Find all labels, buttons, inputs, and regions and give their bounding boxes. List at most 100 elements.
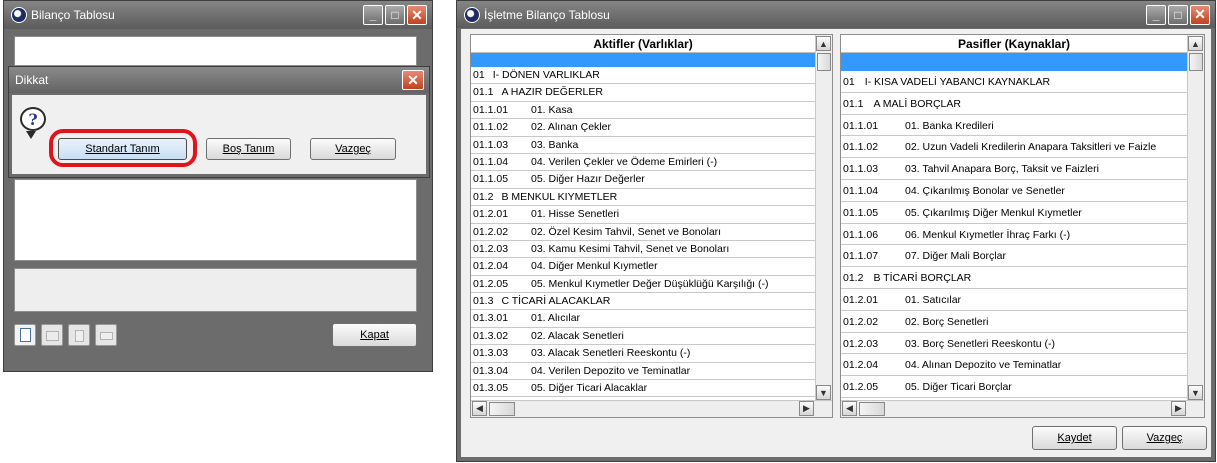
dialog-titlebar[interactable]: Dikkat ✕ [9, 67, 429, 93]
trash-icon[interactable] [68, 324, 90, 346]
row-code: 01.1.04 [473, 155, 509, 168]
row-code: 01.1 [843, 97, 864, 110]
row-code: 01.3.04 [473, 364, 509, 377]
scroll-right-icon[interactable]: ▶ [799, 401, 814, 416]
table-row[interactable]: 01.2.05 05. Menkul Kıymetler Değer Düşükl… [471, 276, 815, 294]
table-row[interactable]: 01.3.04 04. Verilen Depozito ve Teminatla… [471, 363, 815, 381]
table-row[interactable]: 01.1 A HAZIR DEĞERLER [471, 84, 815, 102]
row-code: 01.3.02 [473, 329, 509, 342]
row-name: 03. Banka [531, 138, 579, 151]
liabilities-horizontal-scrollbar[interactable]: ◀ ▶ [841, 400, 1204, 417]
empty-definition-button[interactable]: Boş Tanım [206, 138, 291, 160]
scroll-thumb[interactable] [859, 402, 885, 416]
table-row[interactable]: 01.2.05 05. Diğer Ticari Borçlar [841, 376, 1187, 398]
left-middle-panel [14, 179, 417, 261]
minimize-icon[interactable]: _ [363, 5, 383, 25]
table-row[interactable]: 01.1.02 02. Uzun Vadeli Kredilerin Anapar… [841, 136, 1187, 159]
row-code: 01.1.02 [473, 121, 509, 134]
scroll-left-icon[interactable]: ◀ [472, 401, 487, 416]
assets-rows: 01 I- DÖNEN VARLIKLAR 01.1 A HAZIR DEĞERLER… [471, 67, 815, 398]
question-icon: ? [20, 107, 46, 131]
close-icon[interactable]: ✕ [407, 5, 427, 25]
scroll-thumb[interactable] [817, 53, 831, 71]
table-row[interactable]: 01.2.04 04. Alınan Depozito ve Teminatlar [841, 354, 1187, 377]
table-row[interactable]: 01.1.05 05. Çıkarılmış Diğer Menkul Kıyme… [841, 202, 1187, 224]
table-row[interactable]: 01.1.01 01. Banka Kredileri [841, 115, 1187, 137]
close-icon[interactable]: ✕ [1190, 4, 1210, 25]
assets-vertical-scrollbar[interactable]: ▲ ▼ [815, 35, 832, 400]
liabilities-selected-row[interactable] [841, 53, 1187, 71]
new-document-icon[interactable] [14, 324, 36, 346]
row-name: 06. Menkul Kıymetler İhraç Farkı (-) [905, 228, 1071, 241]
table-row[interactable]: 01.1.06 06. Menkul Kıymetler İhraç Farkı … [841, 224, 1187, 246]
table-row[interactable]: 01 I- DÖNEN VARLIKLAR [471, 67, 815, 85]
table-row[interactable]: 01.3.03 03. Alacak Senetleri Reeskontu (-… [471, 345, 815, 363]
right-window-titlebar[interactable]: İşletme Bilanço Tablosu _ □ ✕ [457, 1, 1215, 28]
table-row[interactable]: 01.1.01 01. Kasa [471, 102, 815, 120]
save-button[interactable]: Kaydet [1032, 426, 1117, 450]
table-row[interactable]: 01.1.03 03. Banka [471, 137, 815, 154]
scroll-thumb[interactable] [489, 402, 515, 416]
table-row[interactable]: 01.2.01 01. Hisse Senetleri [471, 206, 815, 224]
assets-selected-row[interactable] [471, 53, 815, 67]
scroll-up-icon[interactable]: ▲ [816, 36, 831, 51]
row-name: 05. Diğer Hazır Değerler [531, 173, 645, 186]
row-name: 01. Banka Kredileri [905, 119, 994, 132]
left-window-titlebar[interactable]: Bilanço Tablosu _ □ ✕ [4, 1, 432, 29]
row-name: 04. Çıkarılmış Bonolar ve Senetler [905, 184, 1065, 197]
table-row[interactable]: 01.2 B TİCARİ BORÇLAR [841, 267, 1187, 289]
table-row[interactable]: 01.2.03 03. Kamu Kesimi Tahvil, Senet ve … [471, 241, 815, 259]
table-row[interactable]: 01.2.03 03. Borç Senetleri Reeskontu (-) [841, 333, 1187, 355]
table-row[interactable]: 01.3.05 05. Diğer Ticari Alacaklar [471, 380, 815, 398]
table-row[interactable]: 01.2.04 04. Diğer Menkul Kıymetler [471, 258, 815, 276]
table-row[interactable]: 01.1.05 05. Diğer Hazır Değerler [471, 171, 815, 189]
assets-horizontal-scrollbar[interactable]: ◀ ▶ [471, 400, 832, 417]
liabilities-vertical-scrollbar[interactable]: ▲ ▼ [1187, 35, 1204, 400]
row-code: 01.2.05 [473, 277, 509, 290]
row-code: 01.2.02 [473, 225, 509, 238]
scroll-right-icon[interactable]: ▶ [1171, 401, 1186, 416]
dialog-cancel-button[interactable]: Vazgeç [310, 138, 396, 160]
table-row[interactable]: 01.2.01 01. Satıcılar [841, 289, 1187, 311]
table-row[interactable]: 01.1.04 04. Çıkarılmış Bonolar ve Senetle… [841, 180, 1187, 202]
row-name: 04. Verilen Çekler ve Ödeme Emirleri (-) [531, 155, 718, 168]
table-row[interactable]: 01.2 B MENKUL KIYMETLER [471, 189, 815, 207]
row-name: 02. Alınan Çekler [531, 121, 611, 134]
scroll-left-icon[interactable]: ◀ [842, 401, 857, 416]
row-name: B TİCARİ BORÇLAR [873, 272, 972, 285]
liabilities-table[interactable]: Pasifler (Kaynaklar) 01 I- KISA VADELİ YA… [840, 34, 1205, 418]
table-row[interactable]: 01.2.02 02. Borç Senetleri [841, 311, 1187, 333]
row-name: 04. Diğer Menkul Kıymetler [531, 260, 658, 273]
table-row[interactable]: 01.3.01 01. Alıcılar [471, 310, 815, 328]
row-name: 02. Özel Kesim Tahvil, Senet ve Bonoları [531, 225, 722, 238]
scroll-down-icon[interactable]: ▼ [816, 385, 831, 400]
table-row[interactable]: 01.2.02 02. Özel Kesim Tahvil, Senet ve B… [471, 224, 815, 241]
maximize-icon[interactable]: □ [1168, 4, 1188, 25]
row-name: C TİCARİ ALACAKLAR [501, 295, 611, 308]
assets-table[interactable]: Aktifler (Varlıklar) 01 I- DÖNEN VARLIKLA… [470, 34, 833, 418]
scroll-thumb[interactable] [1189, 53, 1203, 71]
maximize-icon[interactable]: □ [385, 5, 405, 25]
scroll-up-icon[interactable]: ▲ [1188, 36, 1203, 51]
print-icon[interactable] [95, 324, 117, 346]
table-row[interactable]: 01.1.04 04. Verilen Çekler ve Ödeme Emirl… [471, 154, 815, 172]
table-row[interactable]: 01.1.07 07. Diğer Mali Borçlar [841, 245, 1187, 268]
scroll-down-icon[interactable]: ▼ [1188, 385, 1203, 400]
row-code: 01.1.04 [843, 184, 879, 197]
table-row[interactable]: 01.1.03 03. Tahvil Anapara Borç, Taksit v… [841, 158, 1187, 180]
table-row[interactable]: 01.3.02 02. Alacak Senetleri [471, 328, 815, 346]
cancel-button[interactable]: Vazgeç [1122, 426, 1207, 450]
minimize-icon[interactable]: _ [1146, 4, 1166, 25]
open-folder-icon[interactable] [41, 324, 63, 346]
row-name: 03. Kamu Kesimi Tahvil, Senet ve Bonolar… [531, 242, 730, 255]
row-code: 01.1.03 [473, 138, 509, 151]
table-row[interactable]: 01.1.02 02. Alınan Çekler [471, 119, 815, 137]
dialog-close-icon[interactable]: ✕ [402, 70, 424, 90]
row-name: 02. Borç Senetleri [905, 315, 989, 328]
standard-definition-button[interactable]: Standart Tanım [58, 138, 187, 160]
close-button[interactable]: Kapat [332, 323, 417, 347]
table-row[interactable]: 01.1 A MALİ BORÇLAR [841, 93, 1187, 115]
row-code: 01.2.04 [843, 359, 879, 372]
table-row[interactable]: 01.3 C TİCARİ ALACAKLAR [471, 293, 815, 311]
table-row[interactable]: 01 I- KISA VADELİ YABANCI KAYNAKLAR [841, 71, 1187, 93]
